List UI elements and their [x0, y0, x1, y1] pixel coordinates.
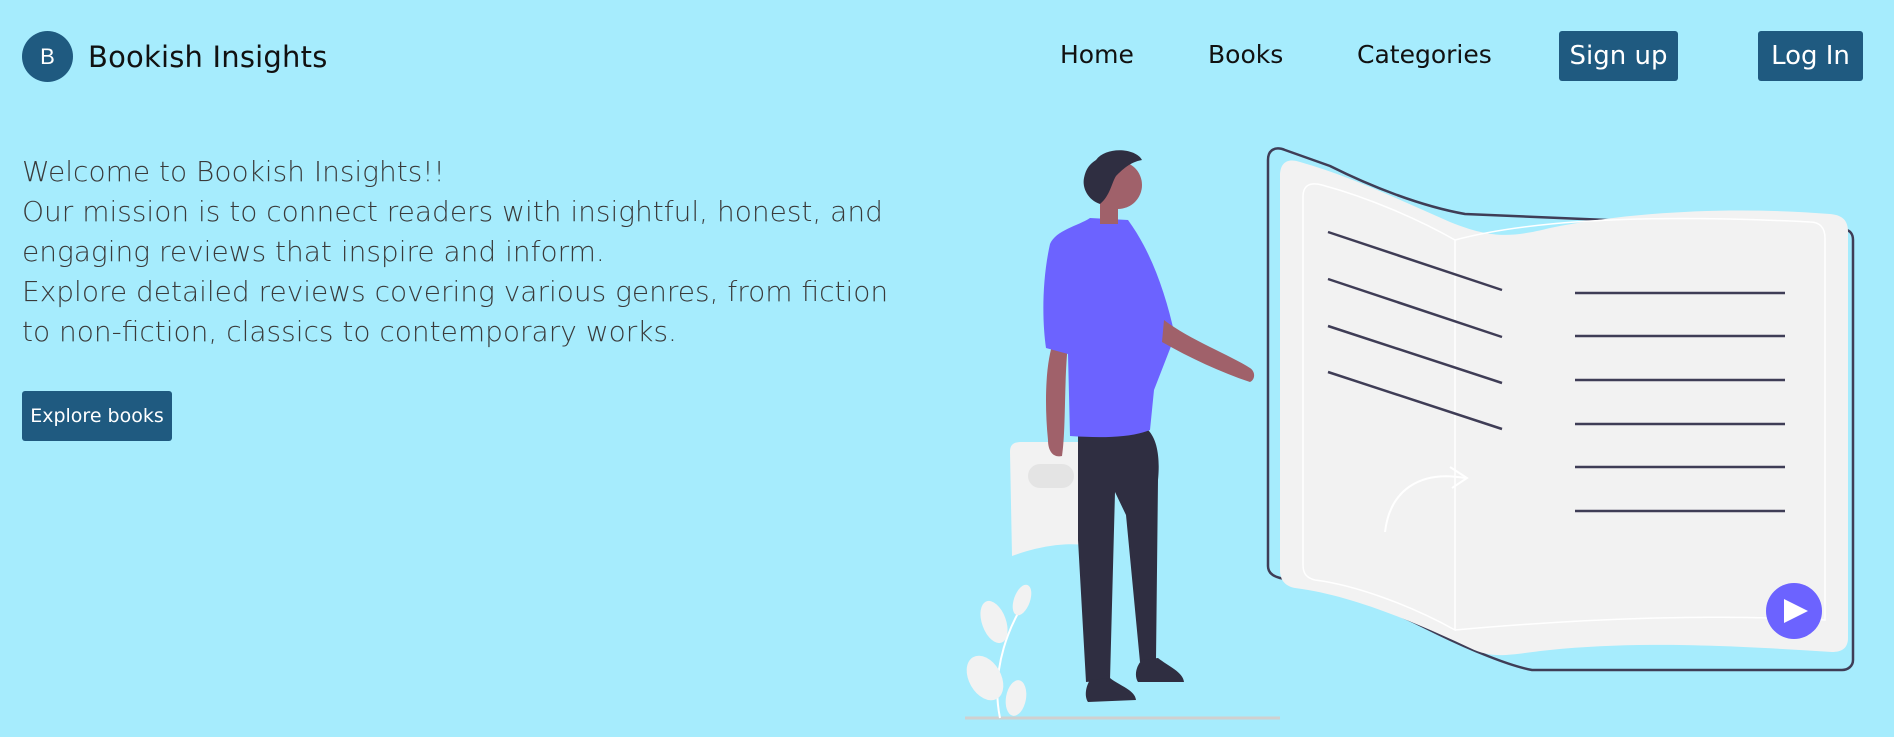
- nav-books-link[interactable]: Books: [1208, 40, 1283, 69]
- plant-illustration: [966, 584, 1032, 719]
- mission-text: Our mission is to connect readers with i…: [22, 195, 883, 268]
- hero-text: Welcome to Bookish Insights!! Our missio…: [22, 152, 902, 352]
- welcome-heading: Welcome to Bookish Insights!!: [22, 155, 445, 188]
- play-icon[interactable]: [1766, 583, 1822, 639]
- signup-button[interactable]: Sign up: [1559, 31, 1678, 81]
- nav-categories-link[interactable]: Categories: [1357, 40, 1492, 69]
- explore-books-button[interactable]: Explore books: [22, 391, 172, 441]
- reader-person-illustration: [1010, 150, 1255, 702]
- logo-icon: B: [22, 31, 73, 82]
- explore-text: Explore detailed reviews covering variou…: [22, 275, 889, 348]
- brand[interactable]: B Bookish Insights: [22, 31, 328, 82]
- brand-name: Bookish Insights: [88, 39, 328, 74]
- nav-home-link[interactable]: Home: [1060, 40, 1134, 69]
- hero-illustration: [965, 147, 1855, 720]
- login-button[interactable]: Log In: [1758, 31, 1863, 81]
- open-book-illustration: [1266, 147, 1855, 672]
